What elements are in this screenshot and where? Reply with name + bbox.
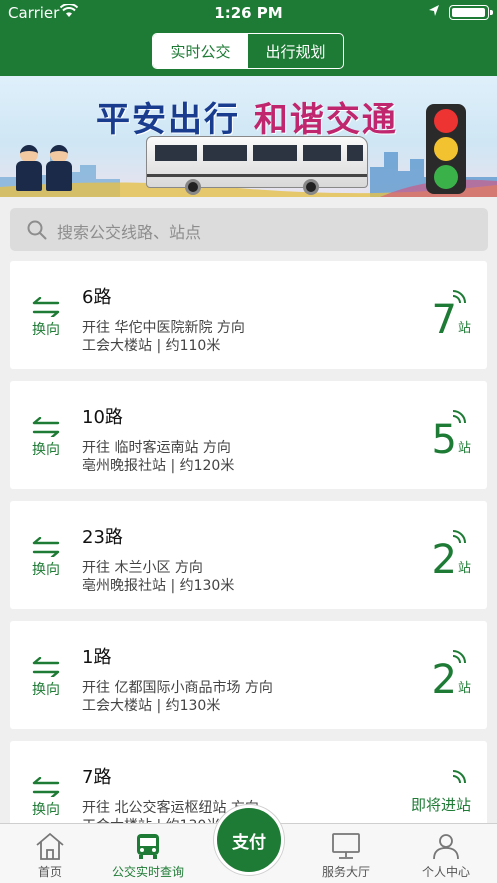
route-card[interactable]: 换向 23路 开往 木兰小区 方向 亳州晚报社站 | 约130米 2 站 bbox=[10, 501, 487, 609]
nearby-stop-info: 工会大楼站 | 约110米 bbox=[82, 338, 221, 354]
stops-away-unit: 站 bbox=[457, 441, 471, 456]
route-name: 23路 bbox=[82, 527, 123, 548]
swap-icon bbox=[32, 537, 60, 557]
stops-away-count: 2 bbox=[431, 657, 457, 703]
swap-icon bbox=[32, 417, 60, 437]
route-name: 7路 bbox=[82, 767, 112, 788]
bus-illustration bbox=[146, 136, 368, 195]
arrival-status: 即将进站 bbox=[411, 769, 471, 821]
banner-slogan-part2: 和谐交通 bbox=[253, 100, 398, 140]
police-figure-2 bbox=[46, 145, 72, 191]
stops-away: 5 站 bbox=[432, 409, 471, 461]
bus-icon bbox=[137, 834, 159, 859]
swap-icon bbox=[32, 777, 60, 797]
search-input[interactable]: 搜索公交线路、站点 bbox=[10, 208, 488, 251]
tab-profile-label: 个人中心 bbox=[421, 865, 470, 879]
swap-label: 换向 bbox=[32, 322, 60, 338]
battery-icon bbox=[449, 5, 493, 20]
app-header: Carrier 1:26 PM 实时公交 出行规划 bbox=[0, 0, 497, 76]
route-direction: 开往 亿都国际小商品市场 方向 bbox=[82, 680, 273, 696]
traffic-light-icon bbox=[426, 104, 466, 194]
stops-away-count: 5 bbox=[431, 417, 457, 463]
nearby-stop-info: 亳州晚报社站 | 约120米 bbox=[82, 458, 235, 474]
promo-banner[interactable]: 平安出行 和谐交通 bbox=[0, 76, 497, 197]
swap-label: 换向 bbox=[32, 562, 60, 578]
swap-direction-button[interactable]: 换向 bbox=[29, 657, 63, 699]
status-bar: Carrier 1:26 PM bbox=[0, 0, 497, 26]
stops-away-unit: 站 bbox=[457, 321, 471, 336]
swap-direction-button[interactable]: 换向 bbox=[29, 297, 63, 339]
nearby-stop-info: 工会大楼站 | 约130米 bbox=[82, 698, 221, 714]
route-name: 1路 bbox=[82, 647, 112, 668]
swap-icon bbox=[32, 657, 60, 677]
tab-home-label: 首页 bbox=[37, 865, 62, 879]
route-name: 10路 bbox=[82, 407, 123, 428]
tab-home[interactable]: 首页 bbox=[5, 824, 95, 883]
tab-trip-planning[interactable]: 出行规划 bbox=[248, 34, 343, 68]
stops-away: 2 站 bbox=[432, 649, 471, 701]
pay-button[interactable]: 支付 bbox=[214, 805, 284, 875]
route-name: 6路 bbox=[82, 287, 112, 308]
route-direction: 开往 木兰小区 方向 bbox=[82, 560, 203, 576]
swap-label: 换向 bbox=[32, 802, 60, 818]
route-direction: 开往 华佗中医院新院 方向 bbox=[82, 320, 245, 336]
swap-direction-button[interactable]: 换向 bbox=[29, 417, 63, 459]
mode-segmented-control: 实时公交 出行规划 bbox=[152, 33, 344, 69]
search-placeholder: 搜索公交线路、站点 bbox=[57, 223, 202, 242]
route-direction: 开往 临时客运南站 方向 bbox=[82, 440, 231, 456]
swap-label: 换向 bbox=[32, 682, 60, 698]
search-icon bbox=[27, 220, 47, 244]
location-arrow-icon bbox=[428, 4, 440, 22]
swap-direction-button[interactable]: 换向 bbox=[29, 537, 63, 579]
home-icon bbox=[36, 832, 64, 860]
stops-away-unit: 站 bbox=[457, 561, 471, 576]
stops-away-unit: 站 bbox=[457, 681, 471, 696]
police-figure-1 bbox=[16, 145, 42, 191]
tab-service-hall[interactable]: 服务大厅 bbox=[301, 824, 391, 883]
monitor-icon bbox=[332, 833, 360, 859]
route-card[interactable]: 换向 6路 开往 华佗中医院新院 方向 工会大楼站 | 约110米 7 站 bbox=[10, 261, 487, 369]
tab-profile[interactable]: 个人中心 bbox=[401, 824, 491, 883]
swap-direction-button[interactable]: 换向 bbox=[29, 777, 63, 819]
route-card[interactable]: 换向 1路 开往 亿都国际小商品市场 方向 工会大楼站 | 约130米 2 站 bbox=[10, 621, 487, 729]
banner-slogan: 平安出行 和谐交通 bbox=[96, 92, 398, 141]
banner-slogan-part1: 平安出行 bbox=[96, 100, 240, 140]
swap-label: 换向 bbox=[32, 442, 60, 458]
stops-away: 2 站 bbox=[432, 529, 471, 581]
arrival-status-text: 即将进站 bbox=[410, 796, 471, 814]
tab-realtime-bus-query[interactable]: 公交实时查询 bbox=[103, 824, 193, 883]
stops-away-count: 2 bbox=[431, 537, 457, 583]
stops-away: 7 站 bbox=[432, 289, 471, 341]
tab-service-hall-label: 服务大厅 bbox=[321, 865, 370, 879]
nearby-stop-info: 亳州晚报社站 | 约130米 bbox=[82, 578, 235, 594]
stops-away-count: 7 bbox=[431, 297, 457, 343]
route-card[interactable]: 换向 10路 开往 临时客运南站 方向 亳州晚报社站 | 约120米 5 站 bbox=[10, 381, 487, 489]
tab-realtime-bus-query-label: 公交实时查询 bbox=[111, 865, 184, 879]
clock: 1:26 PM bbox=[214, 4, 283, 22]
swap-icon bbox=[32, 297, 60, 317]
user-icon bbox=[433, 834, 459, 860]
tab-realtime-bus[interactable]: 实时公交 bbox=[153, 34, 248, 68]
